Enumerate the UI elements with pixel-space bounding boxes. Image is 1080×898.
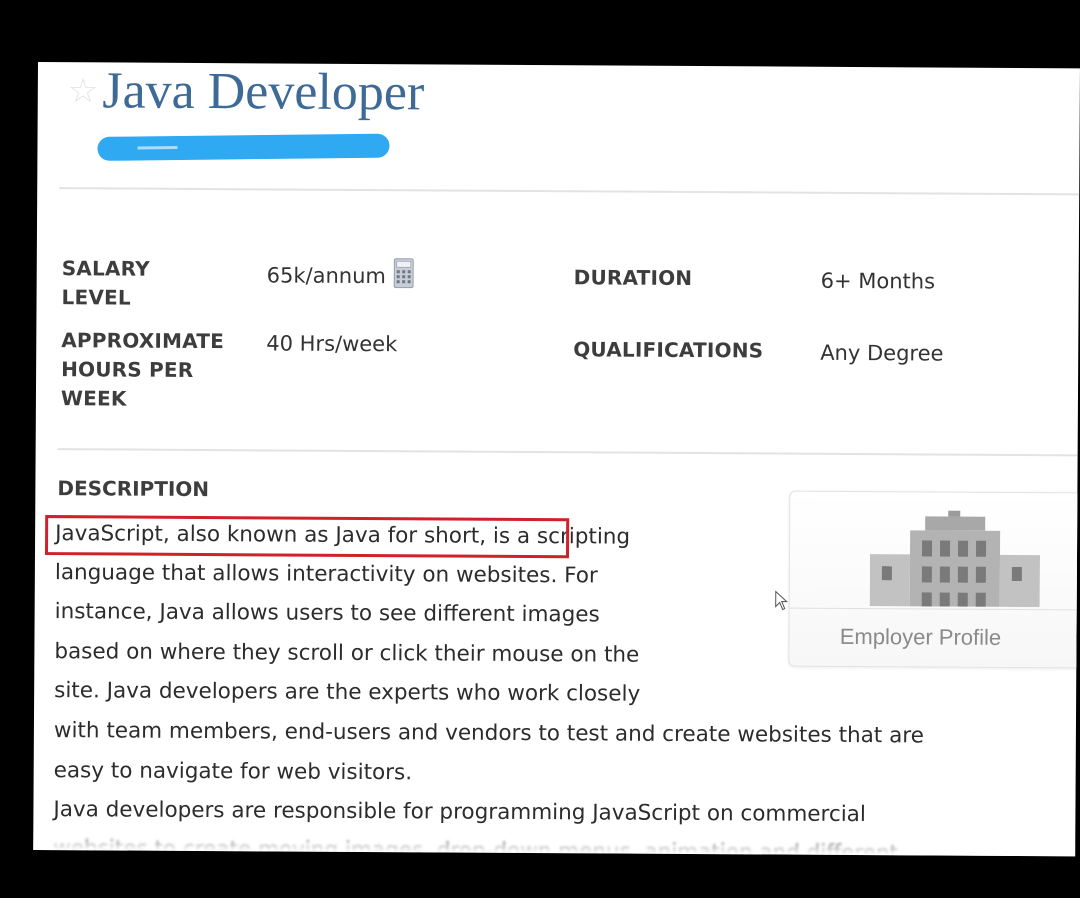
description-line: language that allows interactivity on we… (54, 560, 598, 589)
employer-profile-card[interactable]: Employer Profile (788, 490, 1080, 669)
mouse-cursor-icon (775, 590, 789, 611)
duration-label: DURATION (573, 265, 693, 291)
salary-level-label: SALARY LEVEL (61, 256, 150, 310)
employer-profile-label: Employer Profile (839, 623, 1002, 650)
qualifications-value: Any Degree (820, 340, 944, 366)
salary-value: 65k/annum (266, 263, 386, 289)
title-divider (59, 187, 1080, 196)
description-line: site. Java developers are the experts wh… (54, 678, 641, 707)
description-line: easy to navigate for web visitors. (53, 758, 413, 786)
card-divider (789, 607, 1080, 611)
duration-value: 6+ Months (820, 268, 936, 294)
job-posting-page: ☆ Java Developer SALARY LEVEL 65k/annum … (33, 62, 1080, 857)
bottom-fade (33, 829, 1076, 857)
salary-value-row: 65k/annum (266, 257, 415, 291)
page-title: Java Developer (102, 62, 425, 122)
description-line: based on where they scroll or click thei… (54, 639, 640, 668)
qualifications-label: QUALIFICATIONS (573, 337, 764, 363)
details-divider (57, 448, 1078, 457)
approximate-hours-label: APPROXIMATE HOURS PER WEEK (60, 328, 225, 411)
title-row: ☆ Java Developer (68, 62, 425, 121)
calculator-icon[interactable] (393, 258, 415, 289)
description-line: instance, Java allows users to see diffe… (54, 599, 600, 628)
hours-value: 40 Hrs/week (266, 331, 398, 357)
description-heading: DESCRIPTION (57, 476, 210, 502)
description-line: with team members, end-users and vendors… (53, 718, 924, 749)
star-icon[interactable]: ☆ (68, 71, 99, 111)
redacted-company-name (97, 133, 390, 161)
description-line: Java developers are responsible for prog… (53, 797, 866, 828)
highlight-box (44, 515, 570, 559)
building-icon (869, 510, 1041, 608)
